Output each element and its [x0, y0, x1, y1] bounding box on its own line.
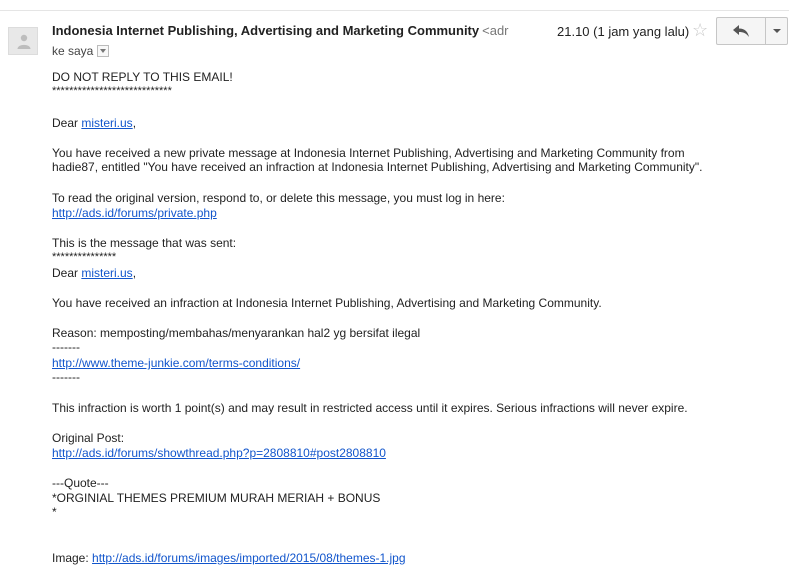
star-icon[interactable]: ☆: [692, 20, 708, 40]
stars-short-line: ***************: [52, 251, 117, 263]
quote-label: ---Quote---: [52, 476, 109, 490]
original-post-label: Original Post:: [52, 431, 125, 445]
greeting-line: Dear misteri.us,: [52, 116, 136, 131]
greeting-prefix-2: Dear: [52, 266, 82, 280]
greeting-suffix-2: ,: [132, 266, 137, 280]
read-instruction-line: To read the original version, respond to…: [52, 191, 505, 205]
quote-star: *: [52, 505, 57, 519]
sender-line[interactable]: Indonesia Internet Publishing, Advertisi…: [52, 23, 510, 41]
reply-button-group: [716, 17, 788, 45]
message-time: 21.10 (1 jam yang lalu): [557, 24, 690, 39]
sender-avatar[interactable]: [8, 27, 38, 55]
infraction-line: You have received an infraction at Indon…: [52, 296, 602, 310]
person-icon: [17, 34, 31, 49]
recipient-label: ke saya: [52, 44, 94, 58]
image-line: Image: http://ads.id/forums/images/impor…: [52, 551, 406, 566]
original-post-link[interactable]: http://ads.id/forums/showthread.php?p=28…: [52, 446, 386, 460]
stars-line: ****************************: [52, 85, 172, 97]
quote-text: *ORGINIAL THEMES PREMIUM MURAH MERIAH + …: [52, 491, 381, 505]
reply-arrow-icon: [733, 25, 749, 37]
recipient-line: ke saya: [52, 44, 110, 58]
private-link-line: http://ads.id/forums/private.php: [52, 206, 217, 221]
username-link-2[interactable]: misteri.us: [81, 266, 132, 280]
sender-name[interactable]: Indonesia Internet Publishing, Advertisi…: [52, 23, 479, 38]
warning-line: DO NOT REPLY TO THIS EMAIL!: [52, 70, 233, 84]
greeting-suffix: ,: [132, 116, 137, 130]
terms-link-line: http://www.theme-junkie.com/terms-condit…: [52, 356, 300, 371]
greeting-line-2: Dear misteri.us,: [52, 266, 136, 281]
points-worth-line: This infraction is worth 1 point(s) and …: [52, 401, 688, 415]
private-messages-link[interactable]: http://ads.id/forums/private.php: [52, 206, 217, 220]
terms-conditions-link[interactable]: http://www.theme-junkie.com/terms-condit…: [52, 356, 300, 370]
intro-line-1: You have received a new private message …: [52, 146, 685, 160]
greeting-prefix: Dear: [52, 116, 82, 130]
more-actions-button[interactable]: [766, 18, 787, 44]
dashes-line-1: -------: [52, 340, 80, 354]
reply-button[interactable]: [717, 18, 765, 44]
reason-line: Reason: memposting/membahas/menyarankan …: [52, 326, 421, 340]
sender-email[interactable]: <adr: [482, 23, 508, 38]
image-label: Image:: [52, 551, 93, 565]
dashes-line-2: -------: [52, 370, 80, 384]
post-link-line: http://ads.id/forums/showthread.php?p=28…: [52, 446, 386, 461]
header-divider: [0, 10, 789, 11]
username-link[interactable]: misteri.us: [81, 116, 132, 130]
intro-line-2: hadie87, entitled "You have received an …: [52, 160, 703, 174]
image-link[interactable]: http://ads.id/forums/images/imported/201…: [92, 551, 406, 565]
recipient-details-dropdown[interactable]: [97, 45, 110, 57]
sent-message-line: This is the message that was sent:: [52, 236, 237, 250]
